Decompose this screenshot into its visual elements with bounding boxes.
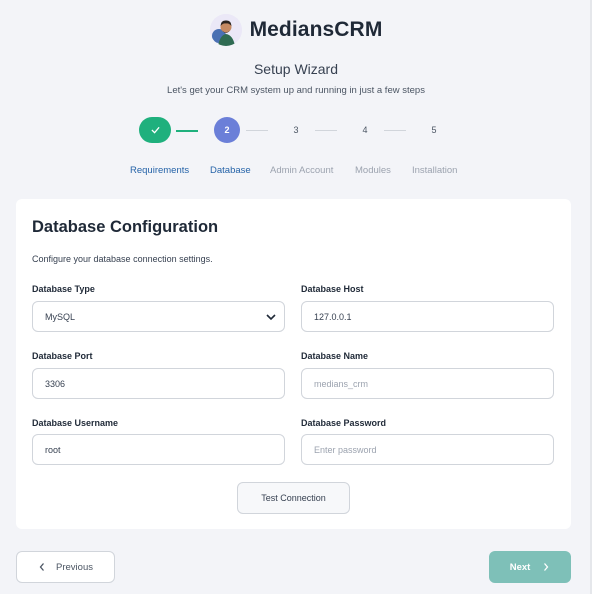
step-connector	[246, 130, 268, 131]
db-username-value: root	[45, 444, 61, 455]
progress-stepper: 2 3 4 5	[0, 117, 592, 145]
db-port-label: Database Port	[32, 351, 93, 361]
step-label-admin-account: Admin Account	[270, 165, 334, 176]
next-label: Next	[509, 561, 531, 573]
db-host-value: 127.0.0.1	[314, 311, 352, 322]
chevron-left-icon	[39, 563, 45, 571]
brand-name: MediansCRM	[249, 18, 383, 41]
previous-label: Previous	[56, 561, 93, 573]
card-description: Configure your database connection setti…	[32, 254, 213, 264]
brand-avatar	[209, 14, 242, 46]
checkmark-icon	[150, 126, 160, 134]
db-username-label: Database Username	[32, 418, 119, 428]
chevron-down-icon	[266, 314, 276, 321]
brand-header: MediansCRM	[0, 14, 592, 46]
chevron-right-icon	[544, 563, 549, 571]
card-title: Database Configuration	[32, 218, 219, 236]
db-username-input[interactable]: root	[32, 434, 285, 465]
db-name-input[interactable]: medians_crm	[301, 368, 554, 399]
wizard-title: Setup Wizard	[253, 61, 339, 77]
step-connector	[384, 130, 406, 131]
step-2-current: 2	[214, 117, 240, 143]
db-host-input[interactable]: 127.0.0.1	[301, 301, 554, 332]
wizard-subtitle: Let's get your CRM system up and running…	[167, 85, 425, 96]
previous-button[interactable]: Previous	[16, 551, 115, 583]
step-connector	[176, 130, 198, 132]
db-name-label: Database Name	[301, 351, 369, 361]
step-3: 3	[283, 117, 309, 143]
step-label-modules: Modules	[355, 165, 391, 176]
db-host-label: Database Host	[301, 284, 364, 294]
database-config-card: Database Configuration Configure your da…	[16, 199, 571, 529]
step-1-complete	[139, 117, 171, 143]
step-labels: Requirements Database Admin Account Modu…	[0, 165, 592, 179]
step-4: 4	[352, 117, 378, 143]
step-connector	[315, 130, 337, 131]
db-port-input[interactable]: 3306	[32, 368, 285, 399]
db-password-input[interactable]: Enter password	[301, 434, 554, 465]
db-name-placeholder: medians_crm	[314, 378, 369, 389]
next-button[interactable]: Next	[489, 551, 571, 583]
db-password-placeholder: Enter password	[314, 444, 377, 455]
db-type-label: Database Type	[32, 284, 95, 294]
step-label-requirements: Requirements	[130, 165, 190, 176]
db-port-value: 3306	[45, 378, 66, 389]
step-label-installation: Installation	[412, 165, 458, 176]
db-type-select[interactable]: MySQL	[32, 301, 285, 332]
test-connection-button[interactable]: Test Connection	[237, 482, 350, 514]
db-type-value: MySQL	[45, 311, 76, 322]
step-label-database: Database	[210, 165, 251, 176]
step-5: 5	[421, 117, 447, 143]
db-password-label: Database Password	[301, 418, 387, 428]
